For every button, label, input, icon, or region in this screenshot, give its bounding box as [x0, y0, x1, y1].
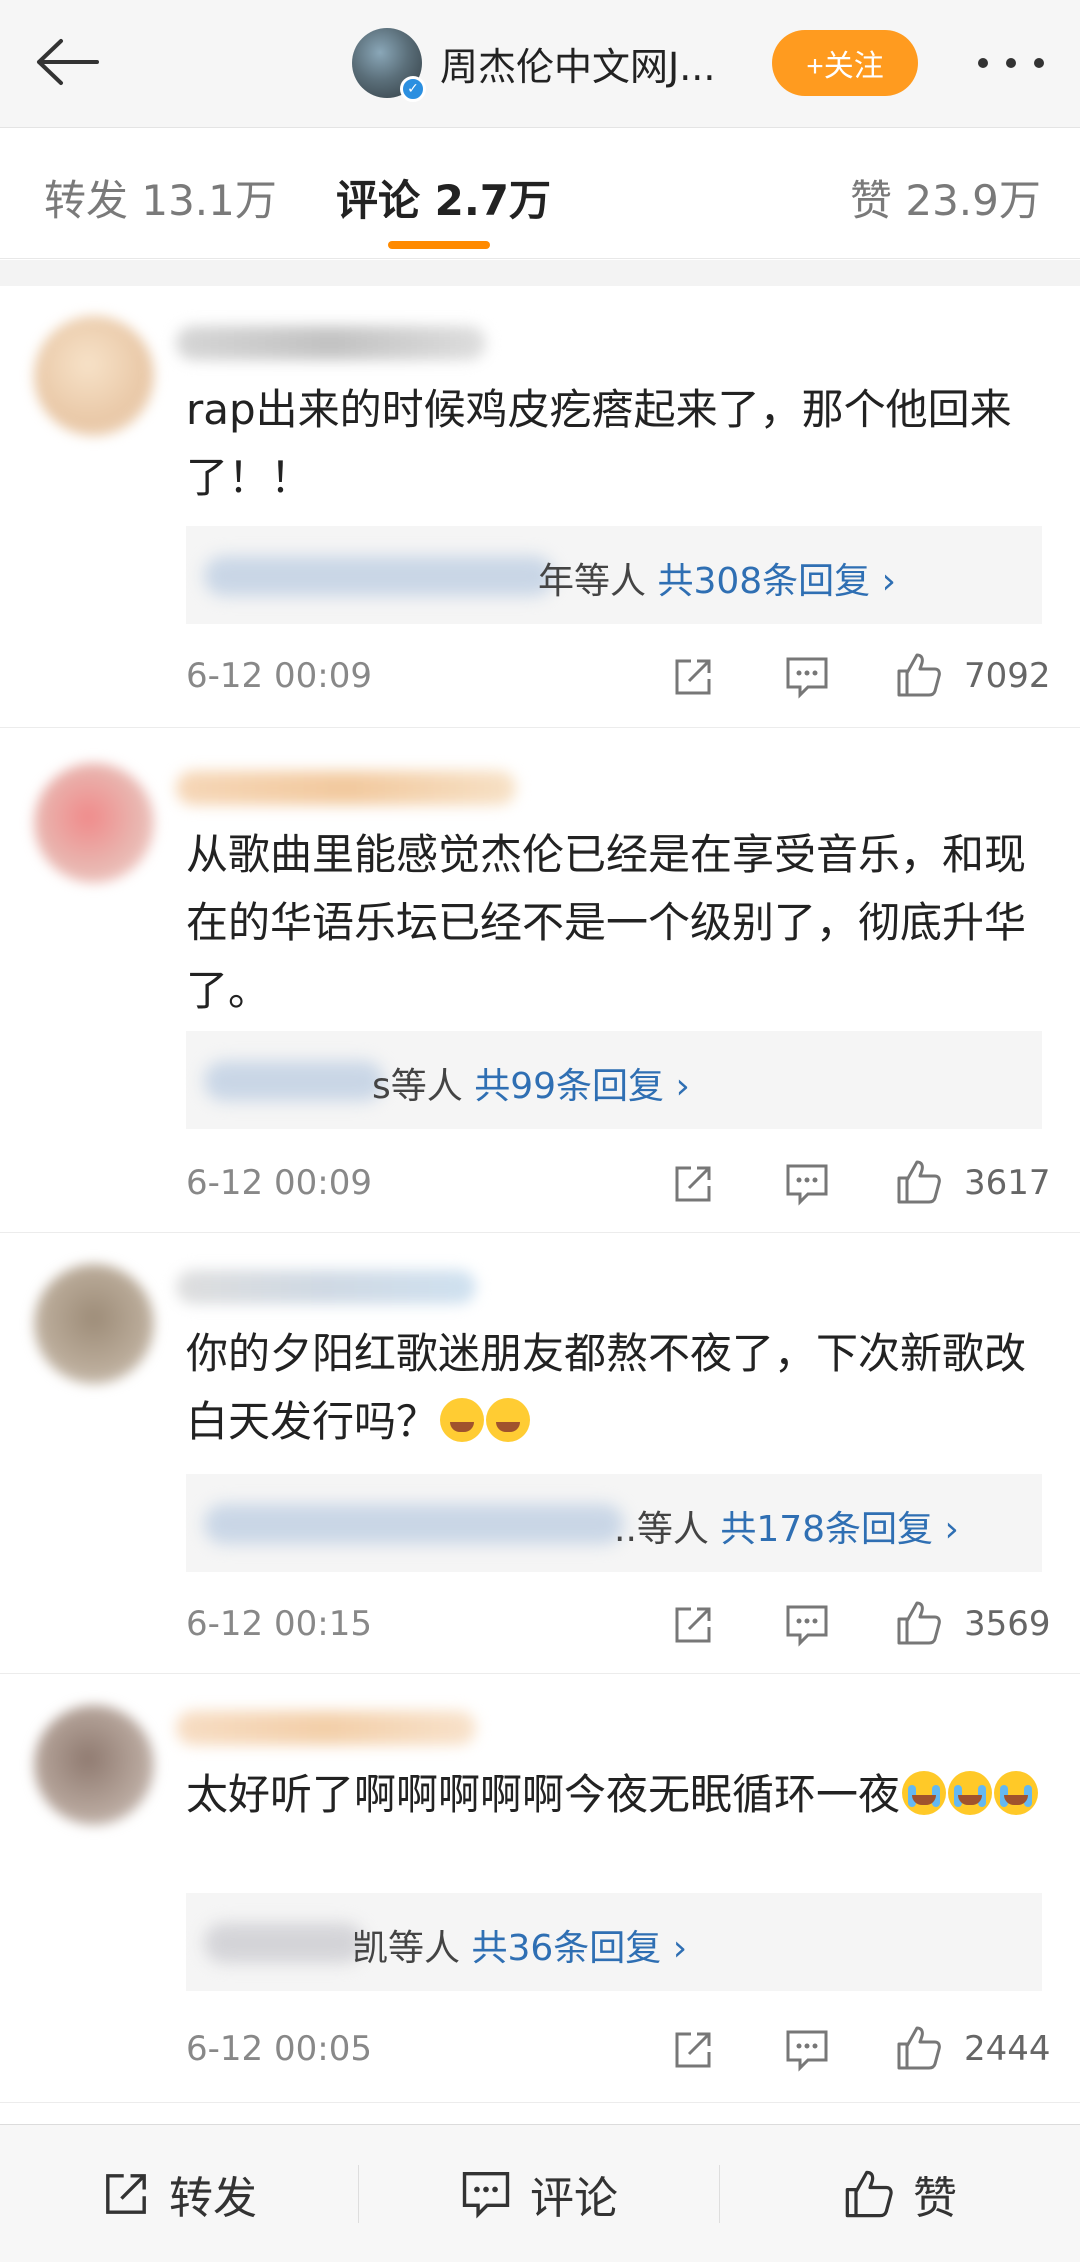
comment-time: 6-12 00:09 — [186, 656, 372, 696]
avatar[interactable] — [34, 1264, 154, 1384]
reply-button[interactable] — [780, 650, 834, 704]
comment-icon — [786, 1164, 828, 1206]
bottom-action-bar: 转发 评论 赞 — [0, 2124, 1080, 2262]
like-count: 2444 — [964, 2029, 1051, 2069]
like-count: 7092 — [964, 656, 1051, 696]
share-icon — [675, 1607, 711, 1643]
reply-button[interactable] — [780, 1157, 834, 1211]
top-bar: ✓ 周杰伦中文网J... +关注 — [0, 0, 1080, 128]
crying-emoji-icon — [994, 1771, 1039, 1815]
back-arrow-icon — [31, 37, 101, 91]
comment-item: 太好听了啊啊啊啊啊今夜无眠循环一夜 凯等人 共36条回复 › 6-12 00:0… — [0, 1675, 1080, 2103]
reply-summary[interactable]: 年等人 共308条回复 › — [186, 526, 1042, 624]
comment-item: 你的夕阳红歌迷朋友都熬不夜了，下次新歌改白天发行吗？ ..等人 共178条回复 … — [0, 1234, 1080, 1674]
like-button[interactable] — [892, 648, 946, 702]
reply-users: 年等人 — [538, 561, 647, 602]
avatar[interactable] — [34, 763, 154, 883]
comment-item: rap出来的时候鸡皮疙瘩起来了，那个他回来了！！ 年等人 共308条回复 › 6… — [0, 286, 1080, 728]
comment-text: 太好听了啊啊啊啊啊今夜无眠循环一夜 — [186, 1761, 1046, 1829]
comment-icon — [462, 2171, 510, 2219]
like-post-button[interactable]: 赞 — [720, 2125, 1080, 2262]
like-count: 3569 — [964, 1604, 1051, 1644]
reply-users-blurred — [204, 556, 554, 596]
thumbs-up-icon — [845, 2170, 893, 2218]
reply-summary[interactable]: ..等人 共178条回复 › — [186, 1474, 1042, 1572]
share-button[interactable] — [666, 2023, 720, 2077]
comment-label: 评论 — [530, 2173, 618, 2224]
username-blurred[interactable] — [176, 1711, 476, 1745]
reply-users: ..等人 — [614, 1509, 709, 1550]
share-button[interactable] — [666, 1157, 720, 1211]
tab-bar: 转发 13.1万 评论 2.7万 赞 23.9万 — [0, 129, 1080, 259]
follow-button[interactable]: +关注 — [772, 30, 918, 96]
repost-label: 转发 — [169, 2173, 257, 2224]
like-button[interactable] — [892, 1155, 946, 1209]
reply-count-link[interactable]: 共36条回复 › — [471, 1928, 687, 1969]
reply-count-link[interactable]: 共178条回复 › — [720, 1509, 959, 1550]
crying-emoji-icon — [902, 1771, 947, 1815]
tab-comment[interactable]: 评论 2.7万 — [336, 167, 551, 228]
thumbs-up-icon — [897, 653, 941, 697]
share-button[interactable] — [666, 650, 720, 704]
reply-users-blurred — [204, 1061, 384, 1101]
share-icon — [106, 2174, 146, 2214]
username-blurred[interactable] — [176, 326, 486, 360]
more-button[interactable] — [966, 36, 1056, 92]
crying-emoji-icon — [948, 1771, 993, 1815]
share-icon — [675, 1166, 711, 1202]
back-button[interactable] — [24, 26, 108, 102]
laughing-emoji-icon — [486, 1398, 531, 1442]
more-dots-icon — [976, 55, 1046, 74]
username-blurred[interactable] — [176, 771, 516, 805]
reply-users: 凯等人 — [352, 1928, 461, 1969]
comment-time: 6-12 00:15 — [186, 1604, 372, 1644]
like-button[interactable] — [892, 1596, 946, 1650]
comment-button[interactable]: 评论 — [359, 2125, 719, 2262]
like-label: 赞 — [913, 2173, 957, 2224]
share-icon — [675, 659, 711, 695]
avatar[interactable] — [34, 1705, 154, 1825]
reply-users: s等人 — [372, 1066, 463, 1107]
comment-time: 6-12 00:09 — [186, 1163, 372, 1203]
repost-button[interactable]: 转发 — [0, 2125, 358, 2262]
active-tab-indicator — [388, 241, 490, 249]
like-button[interactable] — [892, 2021, 946, 2075]
like-count: 3617 — [964, 1163, 1051, 1203]
verified-badge-icon: ✓ — [400, 76, 426, 102]
share-icon — [675, 2032, 711, 2068]
avatar[interactable] — [34, 316, 154, 436]
comment-text: 从歌曲里能感觉杰伦已经是在享受音乐，和现在的华语乐坛已经不是一个级别了，彻底升华… — [186, 830, 1027, 1015]
reply-button[interactable] — [780, 1598, 834, 1652]
thumbs-up-icon — [897, 1160, 941, 1204]
username-blurred[interactable] — [176, 1270, 476, 1304]
comment-text: rap出来的时候鸡皮疙瘩起来了，那个他回来了！！ — [186, 385, 1012, 502]
reply-summary[interactable]: 凯等人 共36条回复 › — [186, 1893, 1042, 1991]
tab-like[interactable]: 赞 23.9万 — [850, 167, 1041, 228]
comment-icon — [786, 657, 828, 699]
comment-item: 从歌曲里能感觉杰伦已经是在享受音乐，和现在的华语乐坛已经不是一个级别了，彻底升华… — [0, 729, 1080, 1233]
thumbs-up-icon — [897, 2026, 941, 2070]
account-name[interactable]: 周杰伦中文网J... — [440, 36, 740, 91]
laughing-emoji-icon — [440, 1398, 485, 1442]
reply-users-blurred — [204, 1504, 624, 1544]
comment-icon — [786, 1605, 828, 1647]
divider — [0, 260, 1080, 286]
tab-repost[interactable]: 转发 13.1万 — [44, 167, 277, 228]
comment-icon — [786, 2030, 828, 2072]
reply-summary[interactable]: s等人 共99条回复 › — [186, 1031, 1042, 1129]
reply-users-blurred — [204, 1923, 364, 1963]
reply-button[interactable] — [780, 2023, 834, 2077]
share-button[interactable] — [666, 1598, 720, 1652]
reply-count-link[interactable]: 共99条回复 › — [474, 1066, 690, 1107]
comment-time: 6-12 00:05 — [186, 2029, 372, 2069]
reply-count-link[interactable]: 共308条回复 › — [657, 561, 896, 602]
comment-text: 你的夕阳红歌迷朋友都熬不夜了，下次新歌改白天发行吗？ — [186, 1329, 1027, 1446]
thumbs-up-icon — [897, 1601, 941, 1645]
